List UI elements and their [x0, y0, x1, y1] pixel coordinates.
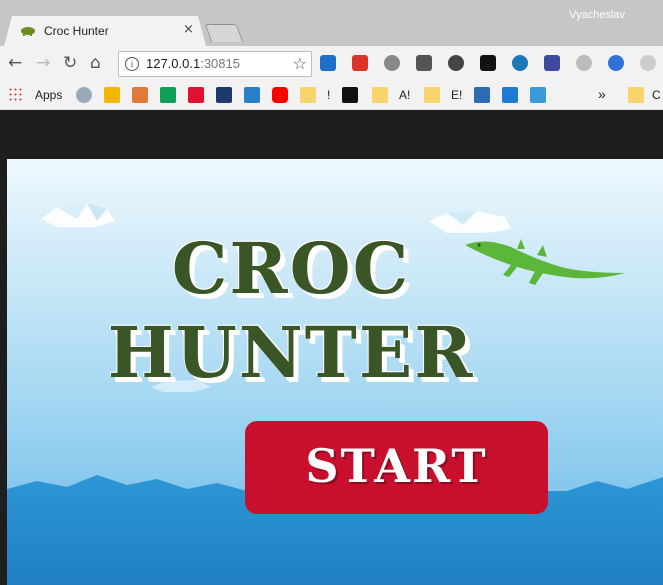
bookmark-slides-icon[interactable]	[104, 87, 120, 103]
eye-extension-icon[interactable]	[512, 55, 528, 71]
logo-title-line2: HUNTER	[107, 311, 475, 394]
lastpass-extension-icon[interactable]	[352, 55, 368, 71]
tab-close-icon[interactable]: ×	[183, 22, 194, 37]
bookmark-doc-icon[interactable]	[530, 87, 546, 103]
bookmark-a[interactable]: A!	[399, 88, 410, 102]
circle-extension-icon[interactable]	[576, 55, 592, 71]
z-extension-icon[interactable]	[544, 55, 560, 71]
tab-croc-hunter[interactable]: Croc Hunter ×	[4, 16, 206, 46]
bookmark-folder-icon[interactable]	[628, 87, 644, 103]
medium-extension-icon[interactable]	[480, 55, 496, 71]
bookmark-layers-icon[interactable]	[474, 87, 490, 103]
browser-toolbar: ← → ↻ ⌂ i 127.0.0.1:30815 ☆	[0, 46, 663, 81]
start-button-label: START	[305, 439, 488, 493]
bookmark-folder-icon[interactable]	[424, 87, 440, 103]
profile-name[interactable]: Vyacheslav	[569, 9, 625, 21]
bookmark-exclaim[interactable]: !	[327, 88, 330, 102]
croc-favicon-icon	[21, 27, 35, 36]
bookmark-tool-icon[interactable]	[132, 87, 148, 103]
bookmark-folder-icon[interactable]	[300, 87, 316, 103]
apps-grid-icon[interactable]	[8, 87, 24, 103]
address-bar[interactable]: i 127.0.0.1:30815 ☆	[118, 51, 312, 77]
lighthouse-extension-icon[interactable]	[320, 55, 336, 71]
bookmark-youtube-icon[interactable]	[272, 87, 288, 103]
bookmark-red-icon[interactable]	[188, 87, 204, 103]
new-tab-button[interactable]	[204, 24, 244, 42]
game-canvas[interactable]: CROC HUNTER START	[7, 159, 663, 585]
start-button[interactable]: START	[245, 421, 548, 514]
bookmarks-overflow-chevron[interactable]: »	[598, 86, 606, 102]
back-arrow-icon[interactable]: ←	[8, 54, 22, 72]
bookmark-e[interactable]: E!	[451, 88, 462, 102]
bookmark-star-icon[interactable]: ☆	[293, 54, 307, 73]
settings-extension-icon[interactable]	[384, 55, 400, 71]
gear-extension-icon[interactable]	[448, 55, 464, 71]
bulb-extension-icon[interactable]	[640, 55, 656, 71]
url-text: 127.0.0.1:30815	[146, 56, 240, 71]
pocket-extension-icon[interactable]	[416, 55, 432, 71]
bookmark-tv-icon[interactable]	[244, 87, 260, 103]
bookmark-notify-icon[interactable]	[502, 87, 518, 103]
bookmark-overflow-label[interactable]: C	[652, 88, 661, 102]
info-icon[interactable]: i	[125, 57, 139, 71]
home-icon[interactable]: ⌂	[90, 54, 101, 72]
tab-title: Croc Hunter	[44, 24, 109, 38]
logo-title-line1: CROC	[171, 227, 411, 310]
bookmark-globe-icon[interactable]	[216, 87, 232, 103]
bookmarks-bar: Apps ! A! E! » C	[0, 81, 663, 110]
sync-extension-icon[interactable]	[608, 55, 624, 71]
bookmark-sheets-icon[interactable]	[160, 87, 176, 103]
forward-arrow-icon[interactable]: →	[36, 54, 50, 72]
bookmark-apps[interactable]: Apps	[35, 88, 62, 102]
browser-titlebar: Croc Hunter × Vyacheslav	[0, 0, 663, 46]
bookmark-digg-icon[interactable]	[342, 87, 358, 103]
bookmark-folder-icon[interactable]	[372, 87, 388, 103]
page-viewport: CROC HUNTER START	[0, 110, 663, 585]
reload-icon[interactable]: ↻	[63, 54, 77, 72]
bookmark-face-icon[interactable]	[76, 87, 92, 103]
